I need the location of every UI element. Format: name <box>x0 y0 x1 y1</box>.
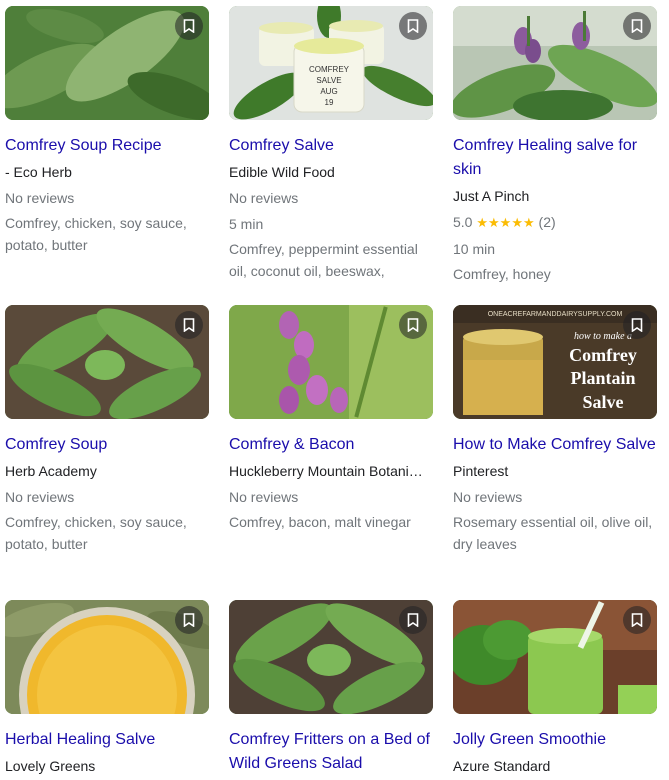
recipe-thumbnail[interactable] <box>5 6 209 120</box>
rating-value: 5.0 <box>453 214 473 230</box>
recipe-card[interactable]: Comfrey Fritters on a Bed of Wild Greens… <box>229 600 435 776</box>
image-caption: Comfrey <box>569 345 637 365</box>
image-caption: Salve <box>582 392 623 412</box>
bookmark-icon[interactable] <box>399 12 427 40</box>
recipe-thumbnail[interactable]: ONEACREFARMANDDAIRYSUPPLY.COM how to mak… <box>453 305 657 419</box>
star-icon: ★★★★★ <box>476 215 535 230</box>
recipe-thumbnail[interactable] <box>229 600 433 714</box>
cook-time: 10 min <box>453 241 496 257</box>
recipe-thumbnail[interactable] <box>5 305 209 419</box>
bookmark-icon[interactable] <box>623 606 651 634</box>
recipe-title[interactable]: Jolly Green Smoothie <box>453 728 659 752</box>
recipe-title[interactable]: Comfrey Soup Recipe <box>5 134 211 158</box>
rating: 5.0 ★★★★★ (2) <box>453 212 659 233</box>
recipe-thumbnail[interactable] <box>5 600 209 714</box>
recipe-source: Azure Standard <box>453 758 551 774</box>
review-count: (2) <box>538 214 556 230</box>
recipe-card[interactable]: Comfrey Soup Herb Academy No reviews Com… <box>5 305 211 555</box>
review-status: No reviews <box>229 489 299 505</box>
bookmark-icon[interactable] <box>175 12 203 40</box>
recipe-title[interactable]: Comfrey Soup <box>5 433 211 457</box>
bookmark-icon[interactable] <box>399 606 427 634</box>
recipe-ingredients: Comfrey, chicken, soy sauce, potato, but… <box>5 215 187 253</box>
recipe-title[interactable]: Comfrey & Bacon <box>229 433 435 457</box>
recipe-title[interactable]: Comfrey Healing salve for skin <box>453 134 659 182</box>
recipe-thumbnail[interactable] <box>453 600 657 714</box>
recipe-card[interactable]: Jolly Green Smoothie Azure Standard <box>453 600 659 776</box>
recipe-card[interactable]: COMFREY SALVE AUG 19 Comfrey Salve Edibl… <box>229 6 435 282</box>
bookmark-icon[interactable] <box>623 12 651 40</box>
recipe-title[interactable]: Comfrey Fritters on a Bed of Wild Greens… <box>229 728 435 776</box>
jar-label-line: COMFREY <box>309 65 350 74</box>
recipe-source: Just A Pinch <box>453 188 530 204</box>
recipe-thumbnail[interactable] <box>453 6 657 120</box>
review-status: No reviews <box>5 190 75 206</box>
recipe-ingredients: Comfrey, bacon, malt vinegar <box>229 514 411 530</box>
bookmark-icon[interactable] <box>623 311 651 339</box>
bookmark-icon[interactable] <box>399 311 427 339</box>
review-status: No reviews <box>229 190 299 206</box>
jar-label-line: AUG <box>320 87 337 96</box>
image-caption: Plantain <box>570 368 635 388</box>
recipe-ingredients: Comfrey, chicken, soy sauce, potato, but… <box>5 514 187 552</box>
recipe-source: Edible Wild Food <box>229 164 335 180</box>
recipe-title[interactable]: Comfrey Salve <box>229 134 435 158</box>
recipe-ingredients: Rosemary essential oil, olive oil, dry l… <box>453 514 653 552</box>
recipe-source: Herb Academy <box>5 463 97 479</box>
jar-label-line: SALVE <box>316 76 341 85</box>
cook-time: 5 min <box>229 216 264 232</box>
recipe-ingredients: Comfrey, peppermint essential oil, cocon… <box>229 241 418 279</box>
image-caption: how to make a <box>574 331 632 342</box>
recipe-thumbnail[interactable]: COMFREY SALVE AUG 19 <box>229 6 433 120</box>
jar-label-line: 19 <box>325 98 334 107</box>
recipe-source: Pinterest <box>453 463 509 479</box>
review-status: No reviews <box>453 489 523 505</box>
recipe-title[interactable]: How to Make Comfrey Salve <box>453 433 659 457</box>
recipe-card[interactable]: Herbal Healing Salve Lovely Greens <box>5 600 211 776</box>
bookmark-icon[interactable] <box>175 311 203 339</box>
review-status: No reviews <box>5 489 75 505</box>
recipe-title[interactable]: Herbal Healing Salve <box>5 728 211 752</box>
recipe-thumbnail[interactable] <box>229 305 433 419</box>
bookmark-icon[interactable] <box>175 606 203 634</box>
recipe-source: - Eco Herb <box>5 164 72 180</box>
recipe-source: Huckleberry Mountain Botani… <box>229 463 423 479</box>
image-watermark: ONEACREFARMANDDAIRYSUPPLY.COM <box>488 311 623 318</box>
recipe-source: Lovely Greens <box>5 758 96 774</box>
recipe-card[interactable]: Comfrey & Bacon Huckleberry Mountain Bot… <box>229 305 435 533</box>
recipe-card[interactable]: Comfrey Healing salve for skin Just A Pi… <box>453 6 659 285</box>
recipe-card[interactable]: Comfrey Soup Recipe - Eco Herb No review… <box>5 6 211 256</box>
recipe-card[interactable]: ONEACREFARMANDDAIRYSUPPLY.COM how to mak… <box>453 305 659 555</box>
recipe-ingredients: Comfrey, honey <box>453 266 551 282</box>
